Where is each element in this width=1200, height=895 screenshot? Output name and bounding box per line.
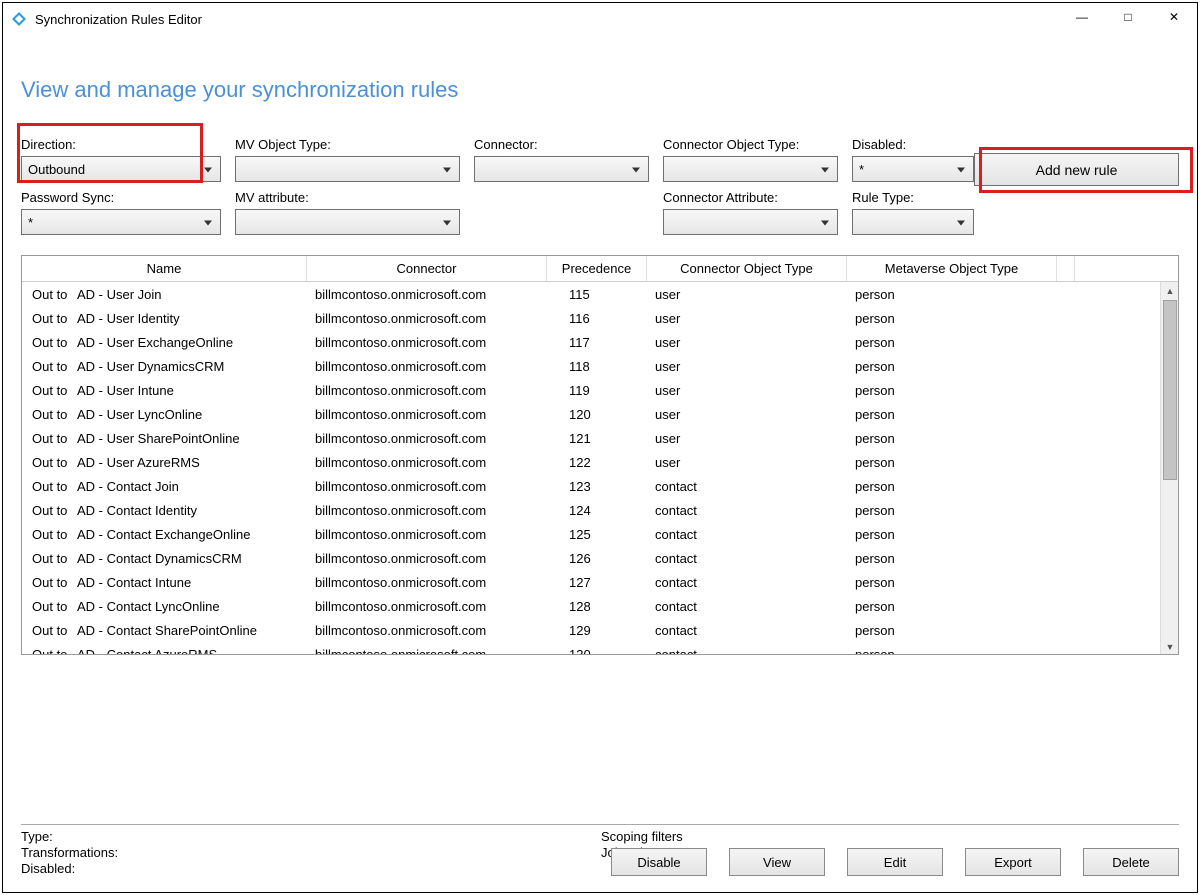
close-button[interactable]: ✕ xyxy=(1151,3,1197,31)
table-row[interactable]: Out toAD - Contact Joinbillmcontoso.onmi… xyxy=(22,474,1178,498)
table-row[interactable]: Out toAD - User LyncOnlinebillmcontoso.o… xyxy=(22,402,1178,426)
connector-label: Connector: xyxy=(474,137,649,152)
col-name[interactable]: Name xyxy=(22,256,307,281)
table-row[interactable]: Out toAD - User ExchangeOnlinebillmconto… xyxy=(22,330,1178,354)
app-window: Synchronization Rules Editor — □ ✕ View … xyxy=(2,2,1198,893)
table-row[interactable]: Out toAD - Contact ExchangeOnlinebillmco… xyxy=(22,522,1178,546)
minimize-button[interactable]: — xyxy=(1059,3,1105,31)
table-row[interactable]: Out toAD - Contact Intunebillmcontoso.on… xyxy=(22,570,1178,594)
filters-panel: Direction: Outbound MV Object Type: Conn… xyxy=(21,127,1179,235)
col-mvobjtype[interactable]: Metaverse Object Type xyxy=(847,256,1057,281)
footer-disabled: Disabled: xyxy=(21,861,601,876)
table-row[interactable]: Out toAD - Contact AzureRMSbillmcontoso.… xyxy=(22,642,1178,655)
col-precedence[interactable]: Precedence xyxy=(547,256,647,281)
ruletype-label: Rule Type: xyxy=(852,190,974,205)
scroll-up-icon[interactable]: ▲ xyxy=(1161,282,1178,300)
export-button[interactable]: Export xyxy=(965,848,1061,876)
connector-dropdown[interactable] xyxy=(474,156,649,182)
titlebar: Synchronization Rules Editor — □ ✕ xyxy=(3,3,1197,35)
table-row[interactable]: Out toAD - User AzureRMSbillmcontoso.onm… xyxy=(22,450,1178,474)
col-connector[interactable]: Connector xyxy=(307,256,547,281)
table-row[interactable]: Out toAD - User DynamicsCRMbillmcontoso.… xyxy=(22,354,1178,378)
mvobjtype-dropdown[interactable] xyxy=(235,156,460,182)
col-connobjtype[interactable]: Connector Object Type xyxy=(647,256,847,281)
table-row[interactable]: Out toAD - User Identitybillmcontoso.onm… xyxy=(22,306,1178,330)
scrollbar[interactable]: ▲ ▼ xyxy=(1160,282,1178,655)
footer-transformations: Transformations: xyxy=(21,845,601,860)
direction-label: Direction: xyxy=(21,137,221,152)
window-title: Synchronization Rules Editor xyxy=(35,12,1059,27)
connobjtype-label: Connector Object Type: xyxy=(663,137,838,152)
passwordsync-dropdown[interactable]: * xyxy=(21,209,221,235)
app-icon xyxy=(11,11,27,27)
view-button[interactable]: View xyxy=(729,848,825,876)
maximize-button[interactable]: □ xyxy=(1105,3,1151,31)
passwordsync-label: Password Sync: xyxy=(21,190,221,205)
table-row[interactable]: Out toAD - Contact Identitybillmcontoso.… xyxy=(22,498,1178,522)
disabled-label: Disabled: xyxy=(852,137,974,152)
disabled-dropdown[interactable]: * xyxy=(852,156,974,182)
scroll-down-icon[interactable]: ▼ xyxy=(1161,638,1178,655)
edit-button[interactable]: Edit xyxy=(847,848,943,876)
table-row[interactable]: Out toAD - Contact SharePointOnlinebillm… xyxy=(22,618,1178,642)
footer-scoping: Scoping filters xyxy=(601,829,683,844)
add-new-rule-button[interactable]: Add new rule xyxy=(974,153,1179,186)
footer-type: Type: xyxy=(21,829,601,844)
disable-button[interactable]: Disable xyxy=(611,848,707,876)
table-row[interactable]: Out toAD - User Intunebillmcontoso.onmic… xyxy=(22,378,1178,402)
table-row[interactable]: Out toAD - User SharePointOnlinebillmcon… xyxy=(22,426,1178,450)
connattribute-dropdown[interactable] xyxy=(663,209,838,235)
mvattribute-dropdown[interactable] xyxy=(235,209,460,235)
rules-table: Name Connector Precedence Connector Obje… xyxy=(21,255,1179,655)
mvattribute-label: MV attribute: xyxy=(235,190,460,205)
delete-button[interactable]: Delete xyxy=(1083,848,1179,876)
table-row[interactable]: Out toAD - Contact LyncOnlinebillmcontos… xyxy=(22,594,1178,618)
direction-dropdown[interactable]: Outbound xyxy=(21,156,221,182)
connattribute-label: Connector Attribute: xyxy=(663,190,838,205)
table-row[interactable]: Out toAD - Contact DynamicsCRMbillmconto… xyxy=(22,546,1178,570)
scroll-thumb[interactable] xyxy=(1163,300,1177,480)
table-row[interactable]: Out toAD - User Joinbillmcontoso.onmicro… xyxy=(22,282,1178,306)
ruletype-dropdown[interactable] xyxy=(852,209,974,235)
connobjtype-dropdown[interactable] xyxy=(663,156,838,182)
page-title: View and manage your synchronization rul… xyxy=(21,77,1179,103)
mvobjtype-label: MV Object Type: xyxy=(235,137,460,152)
